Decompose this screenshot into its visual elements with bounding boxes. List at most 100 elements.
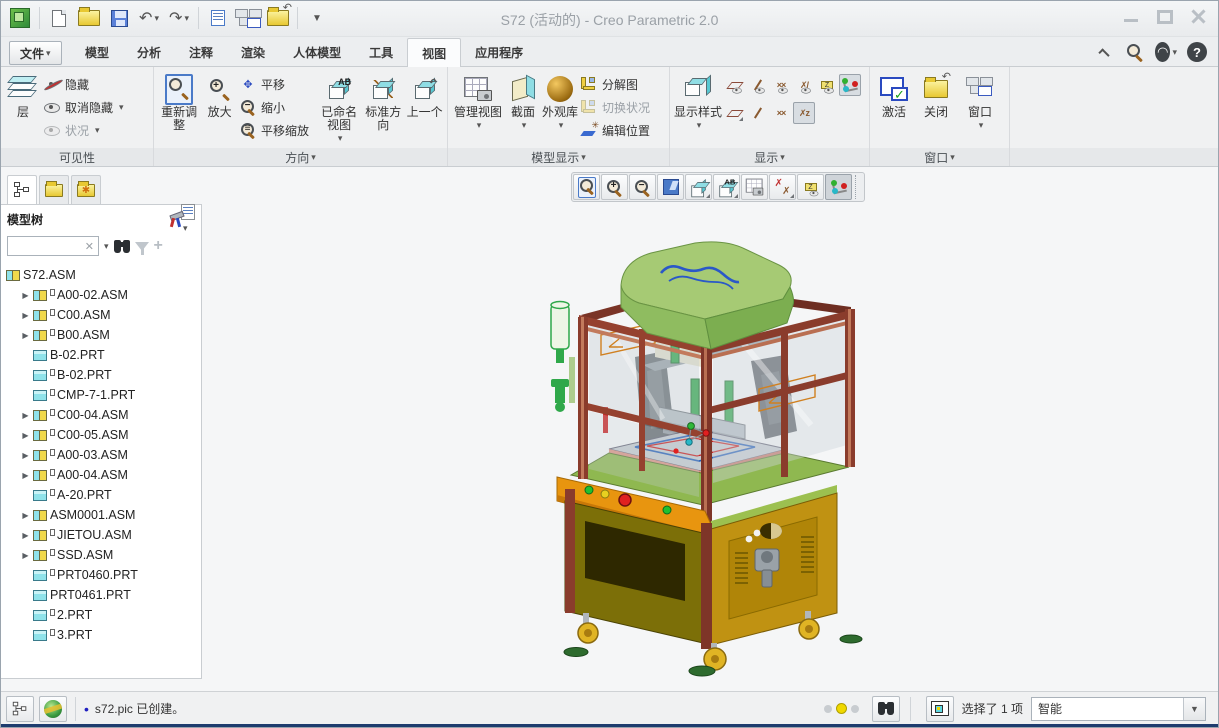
tree-item[interactable]: ▶ PRT0461.PRT xyxy=(1,585,201,605)
model-tree-toggle-icon[interactable] xyxy=(6,696,34,722)
tree-item-label[interactable]: ASM0001.ASM xyxy=(50,508,135,522)
learning-connector-icon[interactable]: ◠ xyxy=(1155,41,1177,63)
tree-item-label[interactable]: A00-04.ASM xyxy=(57,468,128,482)
tree-settings-icon[interactable] xyxy=(181,204,195,234)
help-icon[interactable]: ? xyxy=(1186,41,1208,63)
tree-item[interactable]: ▶ JIETOU.ASM xyxy=(1,525,201,545)
tree-item-label[interactable]: 2.PRT xyxy=(57,608,92,622)
zoom-out-icon[interactable]: − xyxy=(629,174,656,200)
ribbon-tab[interactable]: 渲染 xyxy=(227,37,279,67)
spin-center-icon[interactable] xyxy=(825,174,852,200)
tree-tools-icon[interactable] xyxy=(168,212,175,226)
sections-button[interactable]: 截面 xyxy=(506,70,540,132)
tree-item-label[interactable]: B00.ASM xyxy=(57,328,110,342)
group-label-orientation[interactable]: 方向 xyxy=(154,148,447,166)
zoom-out-button[interactable]: − 缩小 xyxy=(239,97,316,117)
tree-item-label[interactable]: B-02.PRT xyxy=(57,368,112,382)
previous-view-button[interactable]: ↶ 上一个 xyxy=(406,70,443,119)
expand-arrow-icon[interactable]: ▶ xyxy=(22,551,28,560)
expand-arrow-icon[interactable]: ▶ xyxy=(22,451,28,460)
tree-item[interactable]: ▶ SSD.ASM xyxy=(1,545,201,565)
tree-item[interactable]: ▶ B-02.PRT xyxy=(1,345,201,365)
saved-orientations-icon[interactable]: AB xyxy=(713,174,740,200)
tree-item-label[interactable]: A00-03.ASM xyxy=(57,448,128,462)
tree-item-label[interactable]: C00-05.ASM xyxy=(57,428,129,442)
expand-arrow-icon[interactable]: ▶ xyxy=(22,471,28,480)
refit-icon[interactable] xyxy=(573,174,600,200)
zoom-in-icon[interactable]: + xyxy=(601,174,628,200)
axis-tag-icon[interactable] xyxy=(747,102,769,124)
favorites-tab[interactable]: ✱ xyxy=(71,175,101,205)
manage-views-button[interactable]: 管理视图 xyxy=(452,70,504,132)
datum-display-icon[interactable] xyxy=(769,174,796,200)
csys-tag-icon[interactable]: ✗z xyxy=(793,102,815,124)
appearances-button[interactable]: 外观库 xyxy=(542,70,578,132)
expand-arrow-icon[interactable]: ▶ xyxy=(22,331,28,340)
filter-icon[interactable] xyxy=(135,242,149,251)
cad-model[interactable] xyxy=(543,239,873,684)
exploded-view-button[interactable]: 分解图 xyxy=(580,74,662,94)
ribbon-tab[interactable]: 视图 xyxy=(407,38,461,68)
dropdown-arrow-icon[interactable]: ▼ xyxy=(1183,698,1205,720)
unhide-button[interactable]: 取消隐藏 xyxy=(43,97,124,117)
search-dropdown-icon[interactable]: ▾ xyxy=(104,241,109,252)
spin-center-icon[interactable] xyxy=(839,74,861,96)
tree-item-label[interactable]: CMP-7-1.PRT xyxy=(57,388,135,402)
point-tag-icon[interactable]: ×× xyxy=(770,102,792,124)
tree-item-label[interactable]: JIETOU.ASM xyxy=(57,528,132,542)
tree-item-label[interactable]: PRT0461.PRT xyxy=(50,588,131,602)
ribbon-tab[interactable]: 分析 xyxy=(123,37,175,67)
tree-item[interactable]: ▶ A00-02.ASM xyxy=(1,285,201,305)
axis-display-icon[interactable] xyxy=(747,74,769,96)
point-display-icon[interactable]: ×× xyxy=(770,74,792,96)
group-label-show[interactable]: 显示 xyxy=(670,148,869,166)
plane-tag-icon[interactable] xyxy=(724,102,746,124)
tree-item[interactable]: ▶ B-02.PRT xyxy=(1,365,201,385)
expand-arrow-icon[interactable]: ▶ xyxy=(22,431,28,440)
expand-arrow-icon[interactable]: ▶ xyxy=(22,291,28,300)
status-button[interactable]: 状况 xyxy=(43,120,124,140)
find-icon[interactable] xyxy=(872,696,900,722)
tree-item[interactable]: ▶ B00.ASM xyxy=(1,325,201,345)
refit-button[interactable]: 重新调整 xyxy=(158,70,200,132)
display-style-icon[interactable] xyxy=(685,174,712,200)
find-icon[interactable] xyxy=(114,240,130,253)
graphics-viewport[interactable]: + − AB Z xyxy=(203,167,1218,691)
standard-orientation-button[interactable]: 标准方向 xyxy=(362,70,404,132)
named-views-button[interactable]: AB 已命名视图 xyxy=(318,70,360,145)
minimize-button[interactable] xyxy=(1120,8,1142,26)
ribbon-tab[interactable]: 应用程序 xyxy=(461,37,537,67)
expand-arrow-icon[interactable]: ▶ xyxy=(22,311,28,320)
activate-button[interactable]: ✓ 激活 xyxy=(874,70,914,119)
tree-item[interactable]: ▶ A-20.PRT xyxy=(1,485,201,505)
tree-item[interactable]: ▶ CMP-7-1.PRT xyxy=(1,385,201,405)
hide-button[interactable]: 隐藏 xyxy=(43,74,124,94)
tree-item-label[interactable]: S72.ASM xyxy=(23,268,76,282)
annotation-display-icon[interactable]: Z xyxy=(797,174,824,200)
tree-item-label[interactable]: 3.PRT xyxy=(57,628,92,642)
edit-position-button[interactable]: 编辑位置 xyxy=(580,120,662,140)
csys-display-icon[interactable]: ✗/ xyxy=(793,74,815,96)
group-label-window[interactable]: 窗口 xyxy=(870,148,1009,166)
clear-search-icon[interactable]: ✕ xyxy=(85,240,98,253)
tree-item[interactable]: ▶ ASM0001.ASM xyxy=(1,505,201,525)
tree-item[interactable]: ▶ 2.PRT xyxy=(1,605,201,625)
tree-item[interactable]: ▶ 3.PRT xyxy=(1,625,201,645)
ribbon-tab[interactable]: 注释 xyxy=(175,37,227,67)
selection-buffer-icon[interactable] xyxy=(926,696,954,722)
expand-arrow-icon[interactable]: ▶ xyxy=(22,511,28,520)
layers-button[interactable]: 层 xyxy=(5,70,41,119)
toolbar-drag-handle[interactable] xyxy=(855,175,863,199)
selection-filter-dropdown[interactable]: 智能 ▼ xyxy=(1031,697,1206,721)
tree-item[interactable]: ▶ C00-04.ASM xyxy=(1,405,201,425)
tree-item-label[interactable]: A00-02.ASM xyxy=(57,288,128,302)
expand-arrow-icon[interactable]: ▶ xyxy=(22,411,28,420)
ribbon-tab[interactable]: 模型 xyxy=(71,37,123,67)
ribbon-tab[interactable]: 人体模型 xyxy=(279,37,355,67)
file-menu-button[interactable]: 文件 xyxy=(9,41,62,65)
web-browser-toggle-icon[interactable] xyxy=(39,696,67,722)
pan-zoom-button[interactable]: ≡ 平移缩放 xyxy=(239,120,316,140)
maximize-button[interactable] xyxy=(1154,8,1176,26)
tree-item[interactable]: ▶ A00-03.ASM xyxy=(1,445,201,465)
tree-item-label[interactable]: B-02.PRT xyxy=(50,348,105,362)
